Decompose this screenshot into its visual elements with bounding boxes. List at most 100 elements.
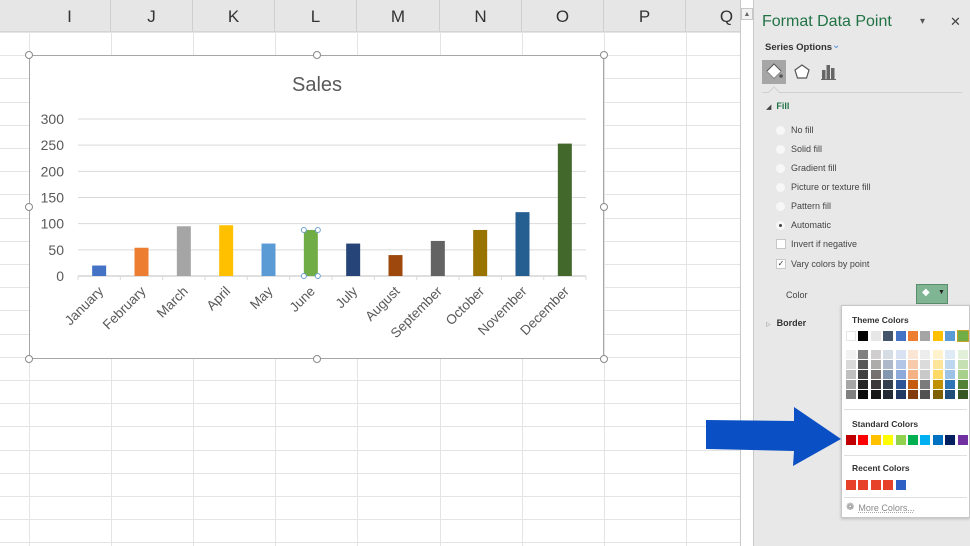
theme-shade-swatch[interactable] [908, 390, 918, 399]
theme-shade-swatch[interactable] [883, 360, 894, 369]
theme-shade-swatch[interactable] [945, 370, 956, 379]
fill-option-picture-or-texture-fill[interactable]: Picture or texture fill [776, 182, 871, 192]
theme-shade-swatch[interactable] [932, 380, 943, 389]
theme-shade-swatch[interactable] [870, 370, 881, 379]
radio-button[interactable] [776, 182, 785, 192]
fill-option-no-fill[interactable]: No fill [776, 125, 814, 135]
column-header-N[interactable]: N [440, 0, 522, 32]
theme-shade-swatch[interactable] [957, 370, 968, 379]
theme-shade-swatch[interactable] [846, 350, 856, 359]
theme-shade-swatch[interactable] [932, 390, 943, 399]
theme-shade-swatch[interactable] [957, 380, 968, 389]
theme-shade-swatch[interactable] [895, 360, 906, 369]
border-section-header[interactable]: ▷ Border [766, 318, 806, 328]
theme-shade-swatch[interactable] [883, 370, 894, 379]
column-header-J[interactable]: J [111, 0, 193, 32]
theme-shade-swatch[interactable] [870, 390, 881, 399]
theme-shade-swatch[interactable] [932, 370, 943, 379]
theme-shade-swatch[interactable] [920, 360, 931, 369]
column-header-I[interactable]: I [29, 0, 111, 32]
tab-effects[interactable] [790, 60, 814, 84]
chart-object[interactable]: Sales 0 50 100 150 200 250 300 January February Ma… [25, 51, 608, 363]
theme-shade-swatch[interactable] [945, 390, 956, 399]
theme-shade-swatch[interactable] [883, 380, 894, 389]
theme-color-swatch[interactable] [883, 331, 894, 341]
theme-shade-swatch[interactable] [858, 360, 869, 369]
theme-color-swatch[interactable] [858, 331, 869, 341]
standard-color-swatch[interactable] [895, 435, 906, 445]
standard-color-swatch[interactable] [858, 435, 869, 445]
theme-shade-swatch[interactable] [858, 350, 869, 359]
checkbox[interactable]: ✓ [776, 259, 786, 269]
fill-option-gradient-fill[interactable]: Gradient fill [776, 163, 837, 173]
radio-button[interactable] [776, 163, 785, 173]
theme-shade-swatch[interactable] [908, 380, 918, 389]
close-icon[interactable]: ✕ [950, 14, 961, 30]
series-options-dropdown[interactable]: Series Options [765, 42, 832, 53]
theme-shade-swatch[interactable] [895, 350, 906, 359]
recent-color-swatch[interactable] [870, 480, 881, 490]
theme-shade-swatch[interactable] [957, 360, 968, 369]
theme-shade-swatch[interactable] [846, 370, 856, 379]
theme-shade-swatch[interactable] [920, 350, 931, 359]
column-header-Q[interactable]: Q [686, 0, 740, 32]
radio-button[interactable] [776, 201, 785, 211]
theme-color-swatch[interactable] [908, 331, 918, 341]
fill-option-solid-fill[interactable]: Solid fill [776, 144, 822, 154]
theme-shade-swatch[interactable] [858, 380, 869, 389]
column-header-O[interactable]: O [522, 0, 604, 32]
recent-color-swatch[interactable] [895, 480, 906, 490]
standard-color-swatch[interactable] [957, 435, 968, 445]
theme-shade-swatch[interactable] [846, 390, 856, 399]
standard-color-swatch[interactable] [920, 435, 931, 445]
resize-handle[interactable] [600, 355, 608, 363]
more-colors-button[interactable]: ❁ More Colors... [846, 502, 915, 513]
checkbox[interactable] [776, 239, 786, 249]
resize-handle[interactable] [312, 355, 321, 363]
theme-shade-swatch[interactable] [895, 390, 906, 399]
standard-color-swatch[interactable] [883, 435, 894, 445]
column-header-K[interactable]: K [193, 0, 275, 32]
theme-shade-swatch[interactable] [908, 360, 918, 369]
theme-shade-swatch[interactable] [846, 380, 856, 389]
fill-option-vary-colors-by-point[interactable]: ✓ Vary colors by point [776, 259, 869, 269]
theme-color-swatch[interactable] [895, 331, 906, 341]
resize-handle[interactable] [25, 355, 33, 363]
fill-option-pattern-fill[interactable]: Pattern fill [776, 201, 831, 211]
theme-color-swatch[interactable] [870, 331, 881, 341]
theme-color-swatch[interactable] [945, 331, 956, 341]
theme-shade-swatch[interactable] [932, 360, 943, 369]
theme-shade-swatch[interactable] [883, 390, 894, 399]
column-header-P[interactable]: P [604, 0, 686, 32]
theme-shade-swatch[interactable] [908, 370, 918, 379]
standard-color-swatch[interactable] [870, 435, 881, 445]
standard-color-swatch[interactable] [945, 435, 956, 445]
theme-color-swatch[interactable] [920, 331, 931, 341]
radio-button[interactable] [776, 144, 785, 154]
resize-handle[interactable] [25, 51, 33, 59]
radio-button[interactable] [776, 220, 785, 230]
resize-handle[interactable] [600, 203, 608, 211]
recent-color-swatch[interactable] [883, 480, 894, 490]
theme-shade-swatch[interactable] [870, 350, 881, 359]
theme-shade-swatch[interactable] [920, 380, 931, 389]
radio-button[interactable] [776, 125, 785, 135]
theme-shade-swatch[interactable] [858, 370, 869, 379]
theme-shade-swatch[interactable] [932, 350, 943, 359]
theme-shade-swatch[interactable] [846, 360, 856, 369]
theme-color-swatch[interactable] [846, 331, 856, 341]
theme-color-swatch[interactable] [932, 331, 943, 341]
theme-shade-swatch[interactable] [945, 360, 956, 369]
theme-shade-swatch[interactable] [858, 390, 869, 399]
theme-shade-swatch[interactable] [870, 360, 881, 369]
tab-series-options[interactable] [817, 60, 841, 84]
tab-fill-line[interactable] [762, 60, 786, 84]
fill-section-header[interactable]: ◢ Fill [766, 101, 789, 111]
fill-color-button[interactable]: ◆ ▼ [916, 284, 948, 304]
theme-shade-swatch[interactable] [920, 390, 931, 399]
theme-shade-swatch[interactable] [870, 380, 881, 389]
standard-color-swatch[interactable] [846, 435, 856, 445]
fill-option-invert-if-negative[interactable]: Invert if negative [776, 239, 857, 249]
theme-shade-swatch[interactable] [895, 370, 906, 379]
theme-shade-swatch[interactable] [957, 350, 968, 359]
